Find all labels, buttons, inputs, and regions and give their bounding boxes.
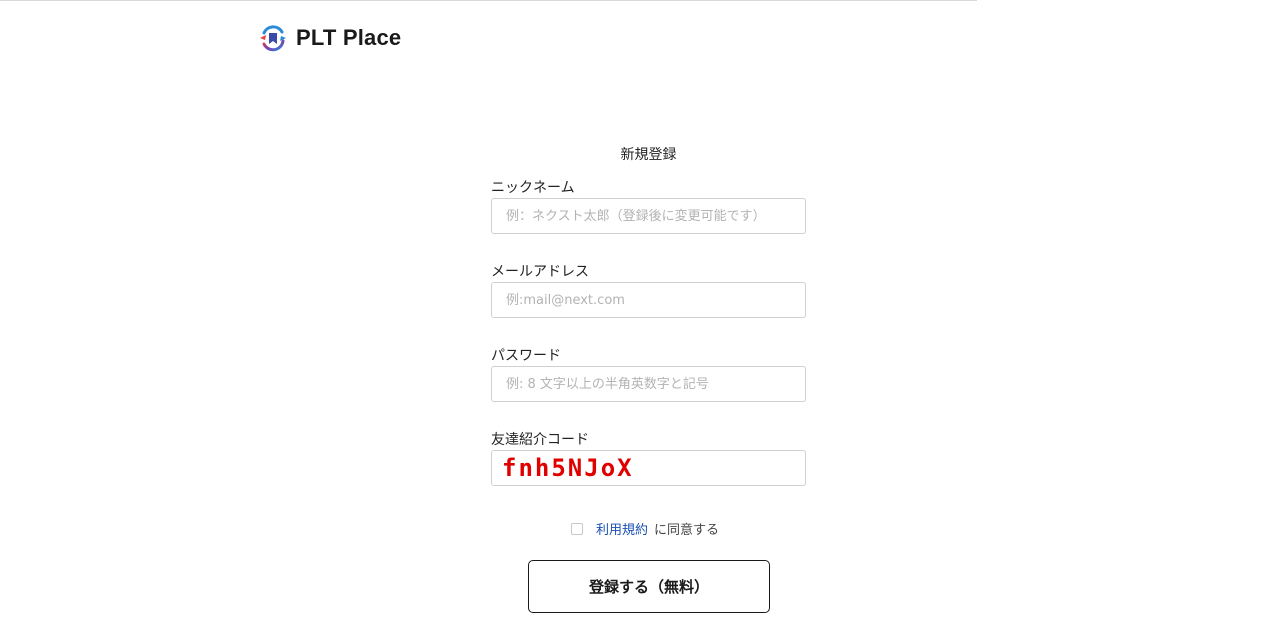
referral-code-label: 友達紹介コード bbox=[491, 432, 589, 448]
password-label: パスワード bbox=[491, 348, 561, 364]
password-input[interactable] bbox=[491, 366, 806, 402]
top-divider bbox=[0, 0, 977, 1]
nickname-input[interactable] bbox=[491, 198, 806, 234]
referral-code-input[interactable] bbox=[491, 450, 806, 486]
terms-agree-text: に同意する bbox=[654, 523, 720, 538]
brand-logo[interactable]: PLT Place bbox=[258, 24, 401, 52]
terms-checkbox[interactable] bbox=[571, 522, 583, 535]
register-button[interactable]: 登録する（無料） bbox=[528, 560, 770, 613]
email-input[interactable] bbox=[491, 282, 806, 318]
nickname-label: ニックネーム bbox=[491, 180, 575, 196]
brand-name: PLT Place bbox=[296, 25, 402, 50]
plt-place-logo-icon bbox=[260, 25, 286, 52]
page-title: 新規登録 bbox=[620, 147, 677, 163]
terms-agreement-row: 利用規約 に同意する bbox=[571, 519, 719, 538]
email-label: メールアドレス bbox=[491, 264, 589, 280]
terms-link[interactable]: 利用規約 bbox=[596, 519, 648, 538]
signup-form: 新規登録 ニックネーム メールアドレス パスワード 友達紹介コード bbox=[491, 145, 806, 486]
